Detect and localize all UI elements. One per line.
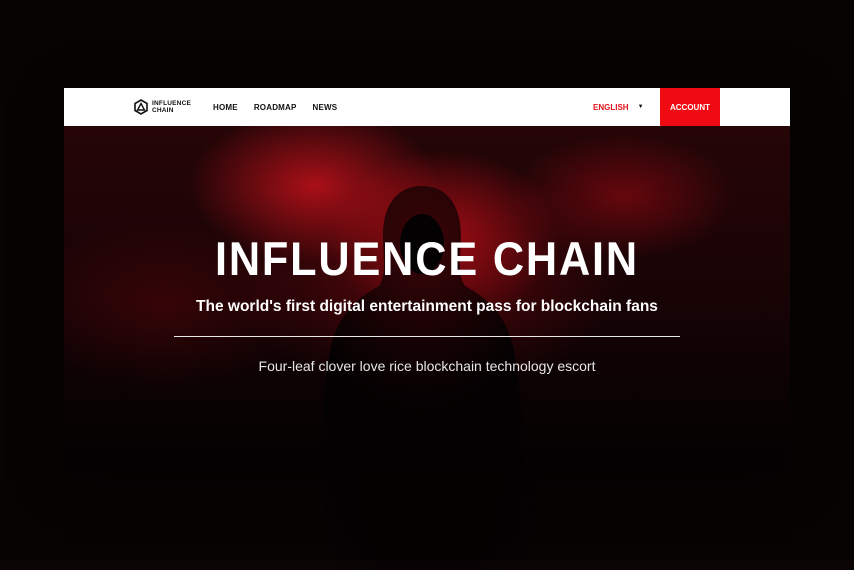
- language-selector[interactable]: ENGLISH ▼: [593, 88, 644, 126]
- language-label: ENGLISH: [593, 102, 629, 112]
- logo-text: INFLUENCE CHAIN: [152, 100, 204, 114]
- website-preview: INFLUENCE CHAIN HOME ROADMAP NEWS ENGLIS…: [64, 88, 790, 473]
- hero-section: INFLUENCE CHAIN The world's first digita…: [64, 126, 790, 473]
- nav-home[interactable]: HOME: [213, 103, 238, 112]
- nav-news[interactable]: NEWS: [313, 103, 338, 112]
- hero-tagline: Four-leaf clover love rice blockchain te…: [258, 358, 596, 374]
- logo-line-2: CHAIN: [152, 107, 174, 114]
- caret-down-icon: ▼: [637, 104, 644, 110]
- nav-roadmap[interactable]: ROADMAP: [254, 103, 297, 112]
- hero-title: INFLUENCE CHAIN: [215, 232, 639, 285]
- nav-links: HOME ROADMAP NEWS: [213, 88, 337, 126]
- account-button[interactable]: ACCOUNT: [660, 88, 720, 126]
- hero-divider: [174, 336, 680, 337]
- hero-subtitle: The world's first digital entertainment …: [196, 298, 658, 315]
- hexagon-logo-icon: [134, 99, 148, 115]
- logo-line-1: INFLUENCE: [152, 100, 191, 107]
- brand-logo[interactable]: INFLUENCE CHAIN: [134, 99, 204, 115]
- top-navbar: INFLUENCE CHAIN HOME ROADMAP NEWS ENGLIS…: [64, 88, 790, 126]
